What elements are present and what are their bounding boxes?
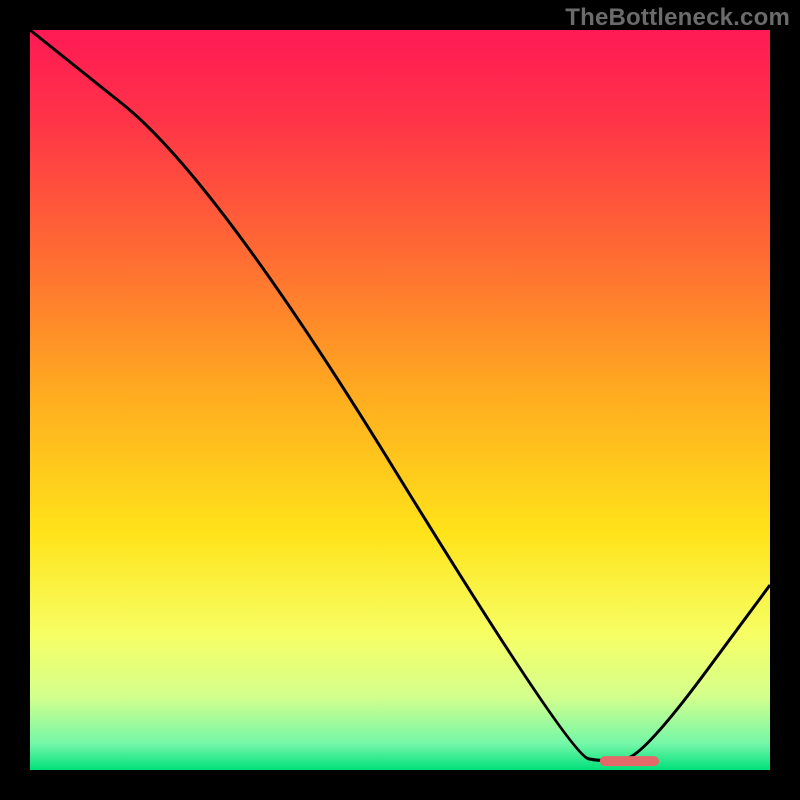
plot-area	[30, 30, 770, 770]
chart-frame: TheBottleneck.com	[0, 0, 800, 800]
optimal-range-marker	[600, 756, 659, 766]
gradient-background	[30, 30, 770, 770]
watermark-text: TheBottleneck.com	[565, 4, 790, 32]
bottleneck-chart	[30, 30, 770, 770]
